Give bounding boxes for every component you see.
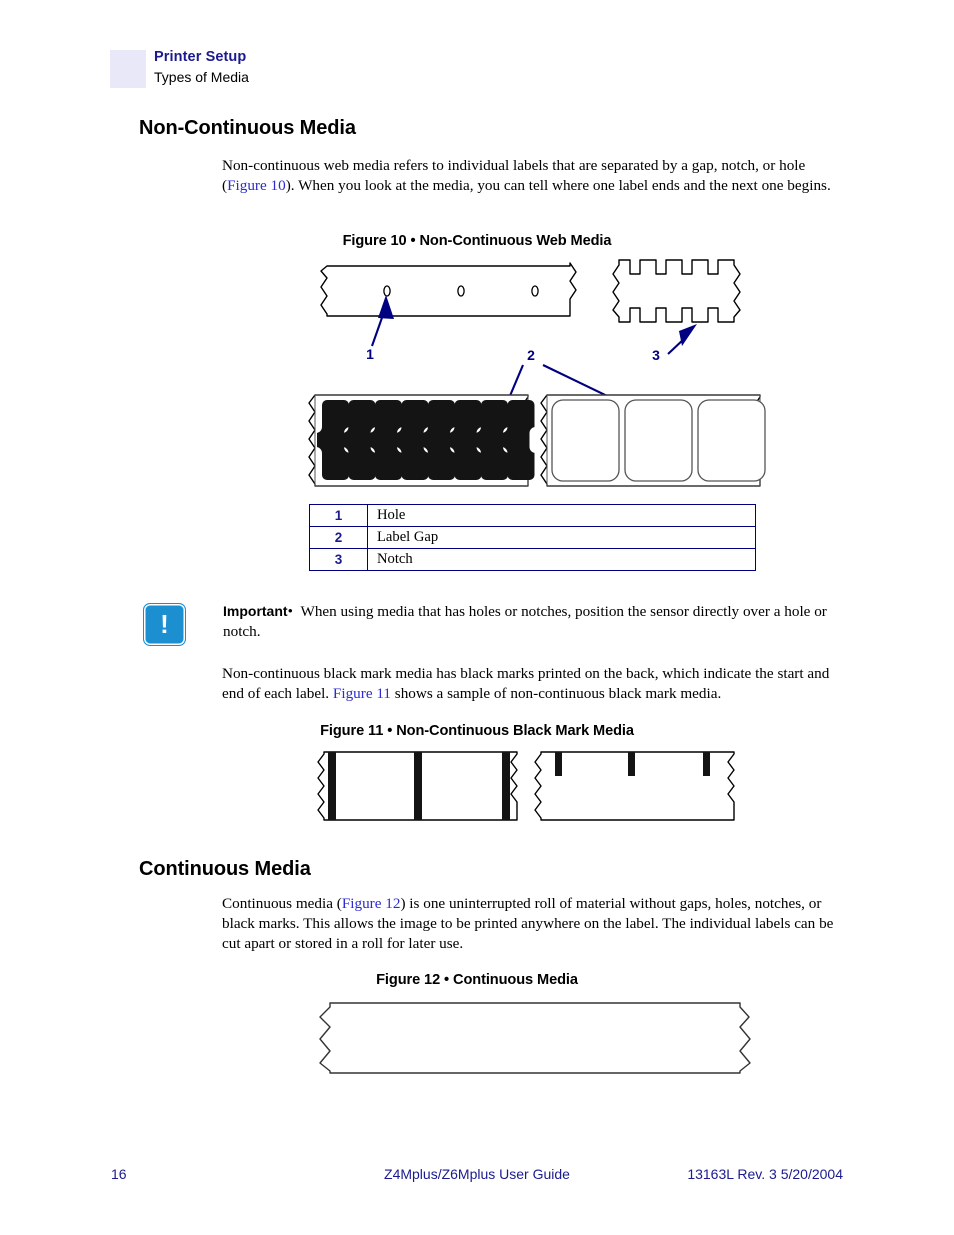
legend-number: 1 [309, 504, 368, 527]
paragraph-continuous-intro: Continuous media (Figure 12) is one unin… [222, 894, 840, 955]
legend-label: Notch [367, 548, 756, 571]
exclamation-glyph: ! [160, 609, 169, 639]
exclamation-icon: ! [143, 603, 186, 646]
figure-11-caption: Figure 11 • Non-Continuous Black Mark Me… [320, 723, 634, 739]
figure-10-legend-table: 1 Hole 2 Label Gap 3 Notch [309, 504, 756, 571]
white-label-1 [551, 399, 620, 482]
table-row: 1 Hole [309, 504, 756, 527]
header-section-title: Types of Media [154, 69, 249, 85]
web-media-notched-strip [612, 259, 741, 323]
hole-3 [531, 285, 539, 297]
xref-figure-11[interactable]: Figure 11 [333, 685, 391, 702]
paragraph-text-cont: ). When you look at the media, you can t… [285, 177, 831, 195]
paragraph-text-cont: shows a sample of non-continuous black m… [390, 685, 722, 703]
hole-1 [383, 285, 391, 297]
table-row: 3 Notch [309, 548, 756, 571]
figure-11-graphic [317, 751, 735, 821]
important-message: When using media that has holes or notch… [223, 603, 827, 641]
continuous-media-strip [319, 1002, 751, 1074]
xref-figure-12[interactable]: Figure 12 [342, 895, 401, 912]
black-mark-top-1 [555, 752, 562, 776]
callout-label-3: 3 [652, 347, 660, 363]
legend-number: 3 [309, 548, 368, 571]
paragraph-black-mark-intro: Non-continuous black mark media has blac… [222, 664, 840, 704]
legend-label: Label Gap [367, 526, 756, 549]
white-label-2 [624, 399, 693, 482]
black-labels-strip [308, 394, 535, 487]
callout-arrow-3 [667, 324, 697, 355]
page-footer: 16 Z4Mplus/Z6Mplus User Guide 13163L Rev… [0, 1166, 954, 1186]
header-chapter-title: Printer Setup [154, 49, 247, 65]
heading-non-continuous-media: Non-Continuous Media [139, 117, 356, 139]
hole-2 [457, 285, 465, 297]
black-mark-1 [328, 752, 336, 820]
white-labels-strip [540, 394, 766, 487]
footer-revision: 13163L Rev. 3 5/20/2004 [687, 1166, 843, 1182]
black-mark-strip-left [317, 751, 518, 821]
figure-12-graphic [319, 1002, 751, 1074]
important-bullet: • [287, 603, 293, 620]
xref-figure-10[interactable]: Figure 10 [227, 177, 286, 194]
paragraph-text: Continuous media ( [222, 895, 342, 912]
heading-continuous-media: Continuous Media [139, 858, 311, 880]
legend-number: 2 [309, 526, 368, 549]
important-note-text: Important• When using media that has hol… [223, 601, 843, 642]
black-mark-3 [502, 752, 510, 820]
legend-label: Hole [367, 504, 756, 527]
important-label: Important [223, 603, 288, 619]
black-mark-top-3 [703, 752, 710, 776]
web-media-holes-strip [320, 262, 577, 317]
black-mark-strip-right [534, 751, 735, 821]
black-mark-2 [414, 752, 422, 820]
header-text-group: Printer Setup Types of Media [154, 48, 249, 87]
callout-label-1: 1 [366, 346, 374, 362]
page-header: Printer Setup Types of Media [110, 48, 850, 94]
figure-10-caption: Figure 10 • Non-Continuous Web Media [342, 233, 612, 249]
header-color-block [110, 50, 146, 88]
paragraph-non-continuous-intro: Non-continuous web media refers to indiv… [222, 156, 840, 196]
table-row: 2 Label Gap [309, 526, 756, 549]
black-mark-top-2 [628, 752, 635, 776]
figure-10-graphic: 1 3 2 [308, 259, 766, 487]
white-label-3 [697, 399, 766, 482]
figure-12-caption: Figure 12 • Continuous Media [376, 972, 578, 988]
callout-label-2: 2 [527, 347, 535, 363]
